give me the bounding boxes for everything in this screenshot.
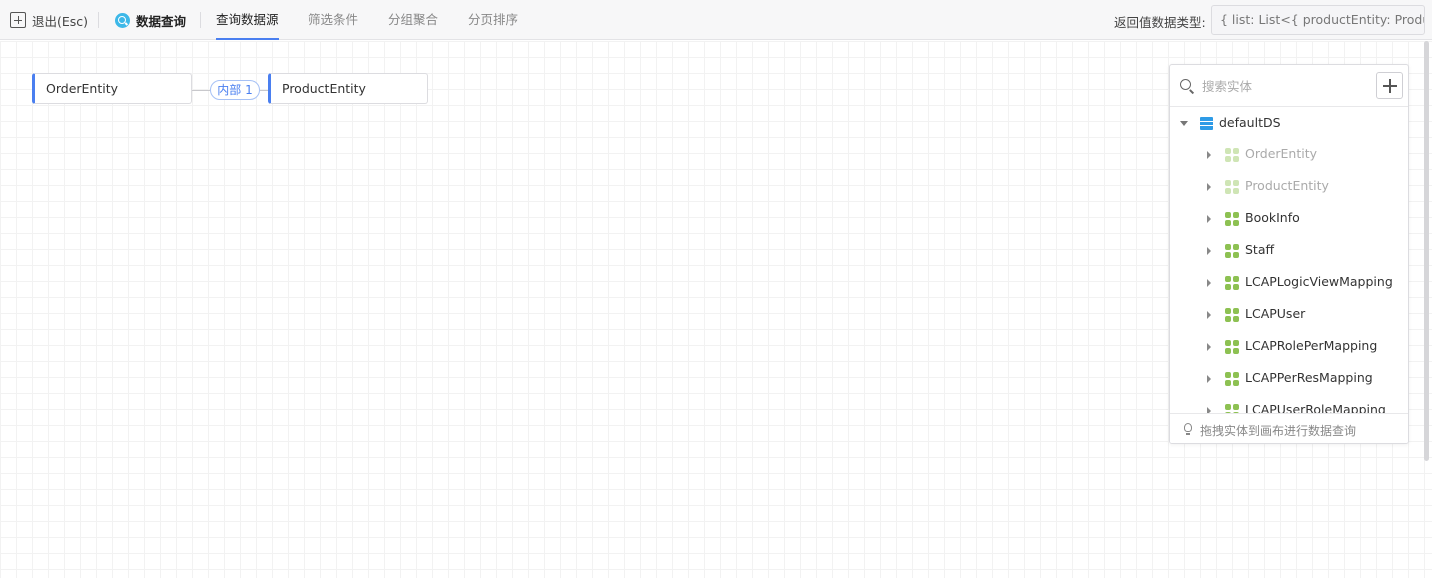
join-type-badge[interactable]: 内部 1 (210, 80, 260, 100)
caret-right-icon[interactable] (1207, 183, 1211, 191)
lightbulb-icon (1184, 423, 1192, 435)
tab-query-datasource[interactable]: 查询数据源 (216, 0, 279, 40)
tree-item-entity[interactable]: LCAPUser (1170, 299, 1408, 331)
entity-icon (1225, 180, 1239, 194)
datasource-icon (1200, 117, 1213, 130)
tree-item-label: LCAPUser (1245, 306, 1306, 321)
data-query-icon (115, 12, 130, 28)
footer-hint-text: 拖拽实体到画布进行数据查询 (1200, 424, 1357, 438)
exit-label: 退出(Esc) (32, 13, 89, 29)
tree-item-label: OrderEntity (1245, 146, 1318, 161)
entity-icon (1225, 276, 1239, 290)
canvas-entity-node-left[interactable]: OrderEntity (32, 73, 192, 104)
caret-right-icon[interactable] (1207, 311, 1211, 319)
entity-panel: defaultDS OrderEntity ProductEntity Book… (1169, 64, 1409, 444)
caret-right-icon[interactable] (1207, 343, 1211, 351)
entity-icon (1225, 244, 1239, 258)
toolbar: 退出(Esc) 数据查询 查询数据源 筛选条件 分组聚合 分页排序 返回值数据类… (0, 0, 1432, 40)
search-icon (1180, 79, 1191, 90)
datasource-label: defaultDS (1219, 115, 1281, 130)
entity-search-bar (1170, 65, 1408, 107)
mode-title: 数据查询 (115, 11, 186, 29)
entity-icon (1225, 372, 1239, 386)
return-type-value[interactable]: { list: List<{ productEntity: Product (1211, 5, 1425, 35)
canvas-scrollbar[interactable] (1424, 41, 1429, 461)
caret-right-icon[interactable] (1207, 375, 1211, 383)
tree-item-label: Staff (1245, 242, 1275, 257)
tree-item-label: LCAPRolePerMapping (1245, 338, 1378, 353)
tab-pagination-sort[interactable]: 分页排序 (468, 0, 518, 40)
tree-item-entity[interactable]: LCAPLogicViewMapping (1170, 267, 1408, 299)
exit-button[interactable]: 退出(Esc) (10, 11, 88, 29)
caret-right-icon[interactable] (1207, 215, 1211, 223)
join-connector (260, 90, 268, 91)
tree-datasource-node[interactable]: defaultDS (1170, 107, 1408, 139)
mode-label: 数据查询 (136, 13, 187, 29)
join-connector (192, 90, 210, 91)
caret-right-icon[interactable] (1207, 247, 1211, 255)
entity-tree-list: OrderEntity ProductEntity BookInfo Staff… (1170, 139, 1408, 413)
tree-item-entity[interactable]: Staff (1170, 235, 1408, 267)
panel-footer-hint: 拖拽实体到画布进行数据查询 (1170, 413, 1408, 443)
entity-search-input[interactable] (1202, 76, 1362, 96)
entity-icon (1225, 308, 1239, 322)
tree-item-label: BookInfo (1245, 210, 1300, 225)
entity-icon (1225, 148, 1239, 162)
return-type-label: 返回值数据类型: (1114, 15, 1206, 30)
canvas-entity-node-right[interactable]: ProductEntity (268, 73, 428, 104)
entity-icon (1225, 212, 1239, 226)
entity-icon (1225, 340, 1239, 354)
tree-item-entity[interactable]: OrderEntity (1170, 139, 1408, 171)
caret-right-icon[interactable] (1207, 151, 1211, 159)
exit-icon (10, 12, 26, 28)
tree-item-label: LCAPPerResMapping (1245, 370, 1373, 385)
tab-group-aggregate[interactable]: 分组聚合 (388, 0, 438, 40)
caret-right-icon[interactable] (1207, 279, 1211, 287)
tree-item-label: LCAPUserRoleMapping (1245, 402, 1386, 413)
entity-icon (1225, 404, 1239, 413)
tree-item-entity[interactable]: BookInfo (1170, 203, 1408, 235)
divider (200, 12, 201, 28)
tree-item-entity[interactable]: LCAPRolePerMapping (1170, 331, 1408, 363)
tree-item-label: ProductEntity (1245, 178, 1329, 193)
tree-item-entity[interactable]: LCAPPerResMapping (1170, 363, 1408, 395)
caret-down-icon[interactable] (1180, 121, 1188, 126)
tree-item-entity[interactable]: ProductEntity (1170, 171, 1408, 203)
add-entity-button[interactable] (1376, 72, 1403, 99)
divider (98, 12, 99, 28)
tree-item-label: LCAPLogicViewMapping (1245, 274, 1393, 289)
tab-filter-conditions[interactable]: 筛选条件 (308, 0, 358, 40)
tree-item-entity[interactable]: LCAPUserRoleMapping (1170, 395, 1408, 413)
